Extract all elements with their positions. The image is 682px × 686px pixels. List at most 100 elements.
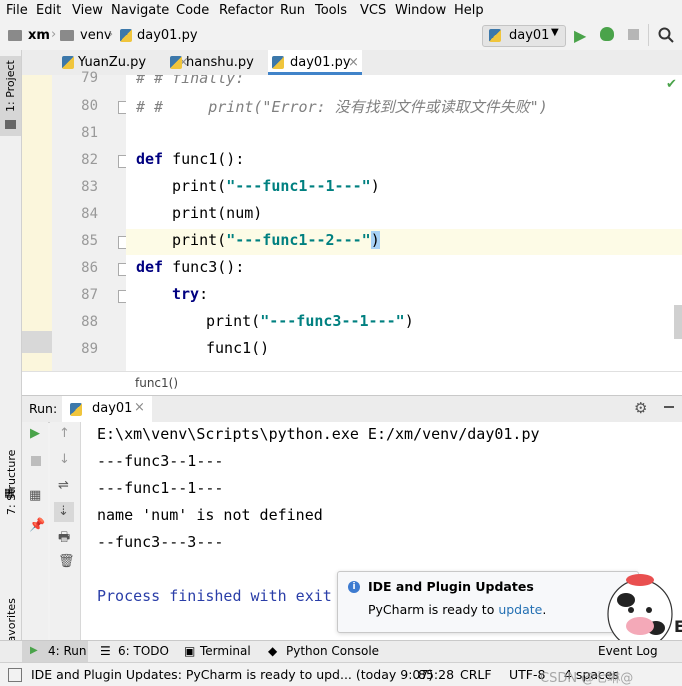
structure-tool-button[interactable]: 7: Structure (5, 450, 18, 515)
menu-window[interactable]: Window (395, 3, 446, 18)
folder-icon (60, 30, 74, 41)
run-icon[interactable]: ▶ (574, 26, 586, 45)
minimize-icon[interactable] (664, 406, 674, 408)
layout-icon[interactable]: ▦ (29, 488, 41, 503)
code-editor[interactable]: ✔ # # finally: # # print("Error: 没有找到文件或… (126, 75, 682, 371)
menu-bar: File Edit View Navigate Code Refactor Ru… (0, 0, 682, 22)
rerun-icon[interactable]: ▶ (30, 426, 40, 441)
left-tool-strip: 1: Project 7: Structure ▦ 2: Favorites ★ (0, 50, 22, 679)
update-link[interactable]: update (498, 602, 542, 617)
close-icon[interactable]: × (348, 50, 359, 75)
menu-view[interactable]: View (72, 3, 103, 18)
console-line: ---func1--1--- (97, 479, 224, 497)
menu-file[interactable]: File (6, 3, 28, 18)
project-tool-button[interactable]: 1: Project (0, 56, 21, 136)
run-label: Run: (29, 401, 58, 416)
notification-text: PyCharm is ready to (368, 602, 499, 617)
code-line-88: print("---func3--1---") (206, 312, 414, 330)
arrow-down-icon[interactable]: ↓ (59, 452, 70, 467)
navigation-bar: xm › venv › day01.py day01 ▼ ▶ (0, 22, 682, 51)
soft-wrap-icon[interactable]: ⇌ (58, 478, 69, 493)
tool-tab-python-console[interactable]: Python Console (286, 644, 379, 658)
line-number: 82 (81, 152, 98, 168)
line-separator[interactable]: CRLF (460, 667, 492, 682)
string-literal: "---func1--2---" (226, 231, 371, 249)
menu-vcs[interactable]: VCS (360, 3, 386, 18)
status-toggle-icon[interactable] (8, 668, 22, 682)
code-text: ) (370, 177, 380, 195)
editor-tab-bar: YuanZu.py × hanshu.py × day01.py × (22, 50, 682, 76)
divider (648, 24, 649, 46)
tab-day01[interactable]: day01.py × (268, 50, 362, 75)
chevron-right-icon: › (51, 27, 57, 42)
python-icon (70, 403, 82, 416)
debug-bug-icon[interactable] (600, 27, 614, 41)
menu-navigate[interactable]: Navigate (111, 3, 169, 18)
code-text: func3(): (163, 258, 245, 276)
code-text: print( (206, 312, 261, 330)
menu-code[interactable]: Code (176, 3, 209, 18)
line-number: 84 (81, 206, 98, 222)
tab-label: day01.py (290, 55, 351, 70)
tool-tab-todo[interactable]: 6: TODO (118, 644, 169, 658)
tab-hanshu[interactable]: hanshu.py × (166, 50, 281, 75)
python-file-icon (120, 29, 132, 42)
menu-tools[interactable]: Tools (315, 3, 347, 18)
tool-tab-run[interactable]: ▶ 4: Run (22, 641, 88, 663)
breadcrumb-project[interactable]: xm (28, 28, 50, 43)
menu-refactor[interactable]: Refactor (219, 3, 274, 18)
run-configuration-select[interactable]: day01 ▼ (482, 25, 566, 47)
tab-label: hanshu.py (186, 55, 254, 70)
breadcrumb-file[interactable]: day01.py (137, 28, 198, 43)
code-line-84: print(num) (172, 204, 263, 222)
pin-icon[interactable]: 📌 (29, 518, 45, 533)
print-icon[interactable]: 🖶 (58, 528, 70, 550)
notification-balloon[interactable]: i IDE and Plugin Updates PyCharm is read… (337, 571, 639, 633)
keyword: try (172, 285, 200, 303)
string-literal: "---func3--1---" (260, 312, 405, 330)
status-bar: IDE and Plugin Updates: PyCharm is ready… (0, 662, 682, 686)
line-number: 81 (81, 125, 98, 141)
project-tool-label: 1: Project (4, 60, 17, 112)
code-text: print( (172, 231, 227, 249)
terminal-icon: ▣ (184, 644, 196, 658)
menu-run[interactable]: Run (280, 3, 305, 18)
menu-edit[interactable]: Edit (36, 3, 61, 18)
code-line-82: def func1(): (136, 150, 244, 168)
code-line-89: func1() (206, 339, 270, 357)
status-message[interactable]: IDE and Plugin Updates: PyCharm is ready… (31, 667, 433, 682)
tool-tab-terminal[interactable]: Terminal (200, 644, 251, 658)
stop-icon[interactable] (31, 456, 41, 466)
watermark-text: CSDN @七琳@ (540, 671, 634, 686)
folder-icon (8, 30, 22, 41)
breadcrumb-function[interactable]: func1() (135, 376, 178, 390)
svg-text:E: E (674, 617, 682, 636)
line-number: 89 (81, 341, 98, 357)
notification-body: PyCharm is ready to update. (368, 602, 546, 617)
matched-brace: ) (370, 231, 380, 249)
run-toolbar-primary: ▶ ▦ 📌 (22, 422, 48, 640)
settings-gear-icon[interactable]: ⚙ (634, 399, 647, 417)
code-line-83: print("---func1--1---") (172, 177, 380, 195)
code-text: print( (172, 177, 227, 195)
caret-position[interactable]: 85:28 (418, 667, 454, 682)
python-file-icon (272, 56, 284, 69)
python-icon (489, 29, 501, 42)
stop-icon[interactable] (628, 29, 639, 40)
close-icon[interactable]: × (134, 400, 145, 415)
arrow-up-icon[interactable]: ↑ (59, 426, 70, 441)
trash-icon[interactable]: 🗑 (58, 554, 75, 569)
search-icon[interactable] (658, 27, 674, 43)
run-tab-day01[interactable]: day01 × (62, 396, 152, 422)
breadcrumb-folder[interactable]: venv (80, 28, 112, 43)
code-text: ) (404, 312, 414, 330)
tool-tab-event-log[interactable]: Event Log (598, 644, 658, 658)
menu-help[interactable]: Help (454, 3, 484, 18)
code-line-80: # # print("Error: 没有找到文件或读取文件失败") (136, 98, 548, 116)
editor-scrollbar[interactable] (674, 305, 682, 339)
folder-icon (5, 120, 16, 129)
code-line-79: # # finally: (136, 75, 245, 87)
list-icon: ☰ (100, 644, 111, 658)
line-number: 80 (81, 98, 98, 114)
check-icon: ✔ (666, 77, 677, 92)
